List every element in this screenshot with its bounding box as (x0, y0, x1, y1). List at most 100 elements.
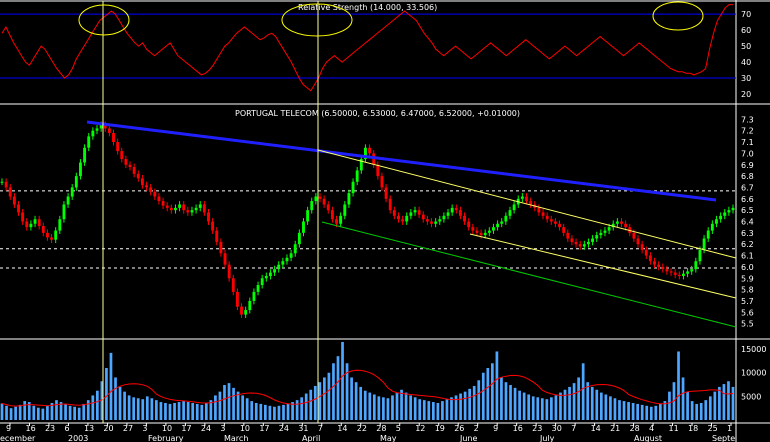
candle-body (330, 210, 334, 220)
candle-body (558, 223, 561, 228)
x-tick-label: 2 (474, 424, 479, 433)
volume-bar (318, 382, 322, 420)
candle-body (256, 285, 260, 292)
candle-body (157, 196, 161, 202)
volume-bar (68, 405, 72, 420)
x-tick-label: 26 (454, 424, 464, 433)
volume-bar (0, 403, 4, 420)
candle-body (727, 210, 731, 213)
candle-body (169, 207, 173, 211)
price-y-tick-label: 6.8 (741, 172, 754, 181)
candle-body (661, 266, 665, 270)
candle-body (487, 230, 491, 233)
volume-bar (595, 389, 599, 420)
candle-body (161, 201, 165, 206)
x-month-label: August (634, 434, 662, 442)
candle-body (128, 164, 132, 168)
volume-bar (495, 351, 499, 420)
x-tick-label: 25 (708, 424, 718, 433)
stock-chart: Relative Strength (14.000, 33.506) PORTU… (0, 0, 770, 442)
candle-body (368, 147, 372, 154)
volume-bar (386, 398, 390, 420)
candle-body (669, 271, 673, 273)
x-tick-label: 20 (103, 424, 113, 433)
volume-bar (313, 385, 317, 420)
volume-bar (109, 352, 113, 420)
candle-body (297, 232, 301, 245)
candle-body (599, 232, 603, 236)
x-tick-label: 14 (591, 424, 601, 433)
volume-bar (522, 392, 526, 420)
price-y-tick-label: 6.1 (741, 252, 754, 261)
x-month-label: July (539, 434, 555, 442)
volume-bar (241, 395, 244, 420)
candle-body (50, 237, 53, 240)
volume-bar (427, 401, 431, 420)
candle-body (29, 223, 33, 228)
candle-body (591, 238, 595, 242)
candle-body (463, 215, 466, 222)
x-month-label: March (224, 434, 248, 442)
candle-body (525, 196, 528, 202)
candle-body (326, 204, 330, 211)
volume-bar (46, 405, 49, 420)
volume-bar (73, 406, 76, 420)
volume-bar (377, 396, 381, 420)
volume-bar (250, 401, 254, 420)
candle-body (194, 207, 198, 211)
candle-body (553, 221, 557, 224)
candle-body (508, 210, 512, 216)
candle-body (694, 261, 698, 270)
volume-bar (323, 377, 326, 420)
candle-body (186, 210, 190, 213)
candle-body (603, 230, 607, 233)
candle-body (657, 264, 661, 267)
volume-bar (609, 396, 612, 420)
x-tick-label: 31 (298, 424, 308, 433)
volume-bar (604, 394, 608, 420)
volume-bar (118, 386, 122, 420)
volume-bar (18, 404, 22, 420)
volume-bar (95, 390, 99, 420)
volume-bar (681, 377, 685, 420)
price-y-tick-label: 7.1 (741, 138, 754, 147)
volume-bar (436, 402, 440, 420)
volume-bar (500, 377, 503, 420)
candle-body (202, 204, 206, 213)
candle-body (244, 310, 248, 315)
volume-bar (309, 389, 313, 420)
x-tick-label: 21 (610, 424, 620, 433)
volume-bar (531, 396, 535, 420)
x-tick-label: 23 (532, 424, 542, 433)
candle-body (624, 223, 628, 228)
x-month-label: February (148, 434, 184, 442)
candle-body (87, 136, 91, 148)
volume-bar (727, 381, 730, 420)
candle-body (347, 193, 351, 205)
volume-bar (59, 402, 63, 420)
volume-bar (268, 405, 272, 420)
x-tick-label: 17 (259, 424, 269, 433)
candle-body (442, 215, 446, 220)
candle-body (190, 210, 194, 213)
volume-bar (200, 404, 204, 420)
volume-bar (350, 377, 353, 420)
price-y-tick-label: 5.5 (741, 320, 754, 329)
rsi-y-tick-label: 20 (741, 90, 751, 99)
volume-bar (354, 382, 358, 420)
candle-body (215, 230, 219, 242)
volume-bar (168, 403, 172, 420)
candle-body (339, 215, 343, 224)
candle-body (302, 221, 305, 233)
volume-bar (409, 395, 412, 420)
volume-bar (282, 404, 285, 420)
volume-bar (400, 389, 403, 420)
candle-body (0, 181, 4, 183)
candle-body (351, 181, 355, 194)
candle-body (537, 207, 541, 213)
volume-bar (586, 382, 590, 420)
volume-bar (41, 408, 45, 420)
candle-body (541, 212, 545, 216)
volume-bar (459, 393, 462, 420)
volume-bar (372, 394, 376, 420)
